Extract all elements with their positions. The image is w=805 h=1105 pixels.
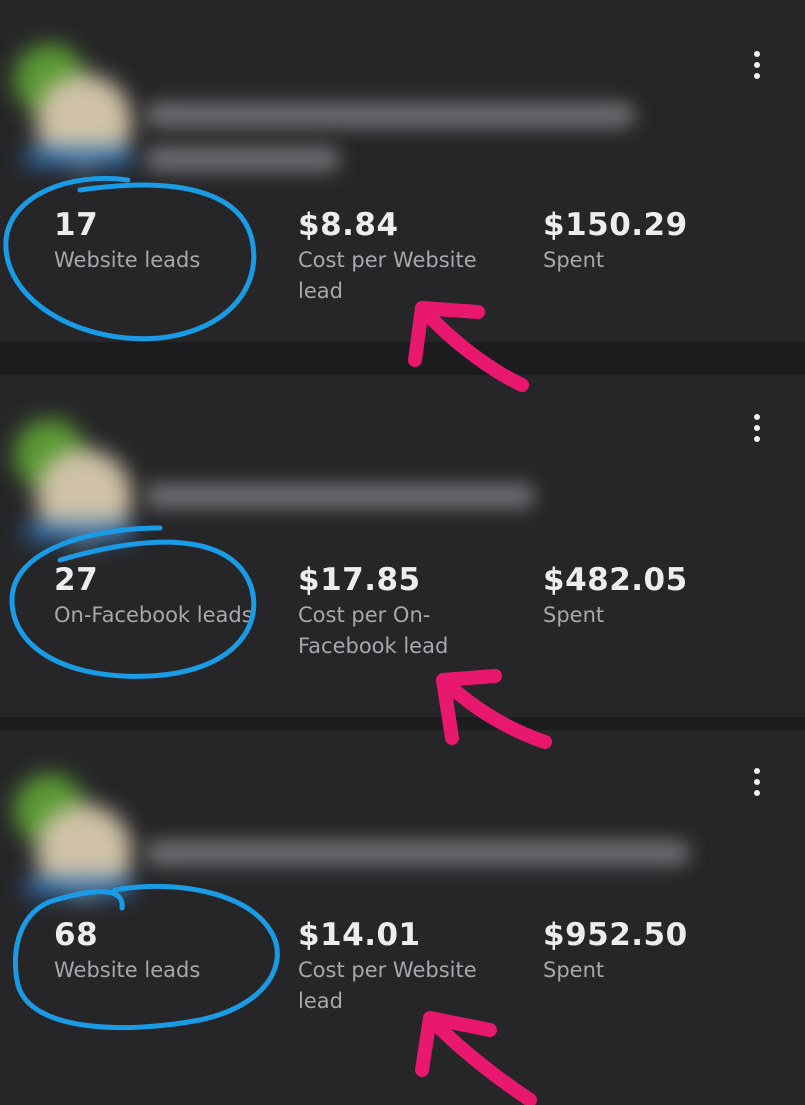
avatar: [14, 419, 136, 545]
cost-per-lead-metric: $14.01 Cost per Website lead: [298, 916, 513, 1017]
cost-per-lead-label: Cost per On-Facebook lead: [298, 603, 449, 658]
spent-value: $952.50: [543, 917, 688, 953]
more-options-icon[interactable]: [753, 414, 761, 442]
cost-per-lead-value: $17.85: [298, 562, 421, 598]
leads-label: Website leads: [54, 958, 201, 982]
blurred-ad-name-line2: [145, 146, 340, 172]
leads-label: Website leads: [54, 248, 201, 272]
leads-label: On-Facebook leads: [54, 603, 253, 627]
ad-card-3[interactable]: 68 Website leads $14.01 Cost per Website…: [0, 730, 805, 1105]
cost-per-lead-value: $14.01: [298, 917, 421, 953]
avatar: [14, 44, 136, 170]
ad-card-2[interactable]: 27 On-Facebook leads $17.85 Cost per On-…: [0, 375, 805, 717]
spent-metric: $952.50 Spent: [543, 916, 773, 986]
leads-metric: 68 Website leads: [54, 916, 284, 986]
spent-label: Spent: [543, 958, 605, 982]
blurred-ad-name: [145, 840, 690, 866]
spent-value: $150.29: [543, 207, 688, 243]
spent-label: Spent: [543, 248, 605, 272]
cost-per-lead-metric: $8.84 Cost per Website lead: [298, 206, 513, 307]
spent-metric: $150.29 Spent: [543, 206, 773, 276]
more-options-icon[interactable]: [753, 51, 761, 79]
leads-metric: 27 On-Facebook leads: [54, 561, 294, 631]
leads-metric: 17 Website leads: [54, 206, 284, 276]
blurred-ad-name: [145, 102, 635, 128]
spent-metric: $482.05 Spent: [543, 561, 773, 631]
spent-value: $482.05: [543, 562, 688, 598]
ad-card-1[interactable]: 17 Website leads $8.84 Cost per Website …: [0, 0, 805, 342]
cost-per-lead-label: Cost per Website lead: [298, 958, 477, 1013]
leads-count: 68: [54, 917, 99, 953]
spent-label: Spent: [543, 603, 605, 627]
blurred-ad-name: [145, 483, 535, 509]
avatar: [14, 774, 136, 900]
cost-per-lead-value: $8.84: [298, 207, 399, 243]
cost-per-lead-label: Cost per Website lead: [298, 248, 477, 303]
more-options-icon[interactable]: [753, 768, 761, 796]
leads-count: 27: [54, 562, 99, 598]
cost-per-lead-metric: $17.85 Cost per On-Facebook lead: [298, 561, 513, 662]
leads-count: 17: [54, 207, 99, 243]
